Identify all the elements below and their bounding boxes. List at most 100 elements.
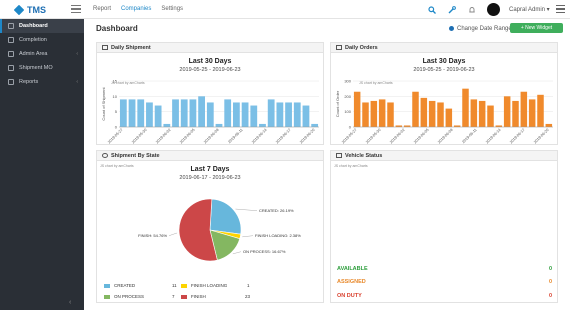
sidebar-item-reports[interactable]: Reports ‹ (0, 75, 84, 89)
chart-subtitle: 2019-05-25 - 2019-06-23 (413, 67, 475, 73)
bar (206, 102, 214, 127)
sidebar-item-label: Admin Area (19, 51, 48, 57)
sidebar-item-label: Completion (19, 37, 47, 43)
sidebar-item-completion[interactable]: Completion (0, 33, 84, 47)
x-tick-label: 2019-05-30 (365, 128, 382, 145)
legend-count: 23 (245, 294, 251, 299)
bar (276, 102, 284, 127)
bar (259, 123, 266, 127)
x-tick-label: 2019-06-20 (533, 128, 550, 145)
y-tick-label: 0 (349, 125, 352, 130)
sidebar-item-admin-area[interactable]: Admin Area ‹ (0, 47, 84, 61)
y-tick-label: 100 (344, 109, 351, 114)
nav-report[interactable]: Report (93, 6, 111, 12)
legend-count: 7 (172, 294, 175, 299)
bar (437, 102, 444, 127)
x-tick-label: 2019-06-17 (275, 128, 292, 145)
bell-icon[interactable] (468, 6, 476, 14)
bar (362, 102, 369, 127)
sidebar-item-dashboard[interactable]: Dashboard (0, 19, 84, 33)
x-tick-label: 2019-06-14 (485, 128, 502, 145)
y-axis-label: Count of Order (335, 90, 340, 117)
bar (528, 99, 536, 127)
user-menu[interactable]: Capral Admin ▾ (509, 6, 550, 13)
page-header: Dashboard Change Date Range ▾ + New Widg… (90, 22, 564, 36)
chart-subtitle: 2019-06-17 - 2019-06-23 (179, 175, 241, 181)
bar (224, 99, 232, 127)
status-available-value: 0 (549, 266, 553, 272)
daily-shipment-panel: Daily Shipment Last 30 Days 2019-05-25 -… (96, 42, 324, 145)
legend-swatch (104, 294, 110, 299)
x-tick-label: 2019-05-27 (341, 128, 358, 145)
change-date-range-button[interactable]: Change Date Range ▾ (449, 25, 516, 32)
bar (428, 100, 436, 127)
legend-swatch (181, 283, 187, 288)
bar (545, 123, 553, 127)
pie-label: CREATED: 26.19% (259, 208, 294, 213)
nav-companies[interactable]: Companies (121, 6, 151, 12)
chevron-left-icon: ‹ (76, 79, 78, 85)
cube-icon (13, 4, 25, 15)
bar-chart-icon (102, 44, 108, 50)
bar (520, 91, 528, 127)
y-axis-label: Count of Shipment (101, 87, 106, 121)
bar (180, 99, 188, 127)
legend-swatch (104, 283, 110, 288)
legend-item[interactable]: CREATED (104, 283, 135, 288)
status-assigned-label: ASSIGNED (337, 279, 366, 285)
status-on-duty-label: ON DUTY (337, 293, 362, 299)
wrench-icon[interactable] (448, 5, 456, 14)
bar (198, 96, 205, 127)
top-nav: Report Companies Settings (93, 6, 183, 12)
avatar[interactable] (487, 3, 500, 16)
bar (241, 102, 249, 127)
sidebar-item-label: Reports (19, 79, 39, 85)
status-available-label: AVAILABLE (337, 266, 368, 272)
sidebar: Dashboard Completion Admin Area ‹ Shipme… (0, 19, 84, 310)
bar (378, 99, 386, 127)
right-menu-icon[interactable] (556, 5, 565, 13)
top-navbar: TMS Report Companies Settings Capral Adm… (0, 0, 570, 19)
bar (215, 123, 223, 127)
legend-count: 1 (247, 283, 250, 288)
bar (285, 102, 292, 127)
x-tick-label: 2019-06-02 (155, 128, 172, 145)
x-tick-label: 2019-06-20 (299, 128, 316, 145)
bar (267, 99, 275, 127)
page-title: Dashboard (96, 24, 138, 33)
search-icon[interactable] (428, 5, 436, 14)
bar (537, 94, 544, 127)
legend-label: ON PROCESS (114, 294, 145, 299)
x-tick-label: 2019-06-05 (179, 128, 196, 145)
x-tick-label: 2019-05-27 (107, 128, 124, 145)
sidebar-item-label: Dashboard (19, 23, 48, 29)
panel-header: Shipment By State (97, 151, 323, 161)
sidebar-collapse-icon[interactable]: ‹ (69, 299, 71, 306)
bar (462, 88, 469, 127)
chart-title: Last 30 Days (188, 58, 232, 65)
legend-item[interactable]: FINISH (181, 294, 206, 299)
bar (293, 102, 301, 127)
y-tick-label: 0 (115, 125, 118, 130)
x-tick-label: 2019-06-11 (461, 128, 477, 144)
bar (512, 100, 519, 127)
nav-settings[interactable]: Settings (161, 6, 183, 12)
brand-logo[interactable]: TMS (13, 4, 46, 15)
sidebar-toggle-icon[interactable] (71, 5, 81, 13)
sidebar-item-shipment-mo[interactable]: Shipment MO (0, 61, 84, 75)
top-icons (428, 4, 476, 15)
truck-icon (8, 65, 14, 71)
bar (302, 105, 310, 127)
daily-shipment-chart: 051015Count of Shipment2019-05-27 2019-05… (101, 79, 319, 145)
legend-label: FINISH (191, 294, 206, 299)
info-icon (449, 25, 454, 31)
x-tick-label: 2019-06-08 (203, 128, 220, 145)
legend-item[interactable]: ON PROCESS (104, 294, 144, 299)
panel-title: Daily Orders (345, 45, 378, 51)
bar (478, 100, 486, 127)
new-widget-button[interactable]: + New Widget (510, 23, 563, 33)
legend-item[interactable]: FINISH LOADING (181, 283, 227, 288)
bar (233, 102, 240, 127)
daily-orders-panel: Daily Orders Last 30 Days 2019-05-25 - 2… (330, 42, 558, 145)
check-icon (8, 37, 14, 43)
